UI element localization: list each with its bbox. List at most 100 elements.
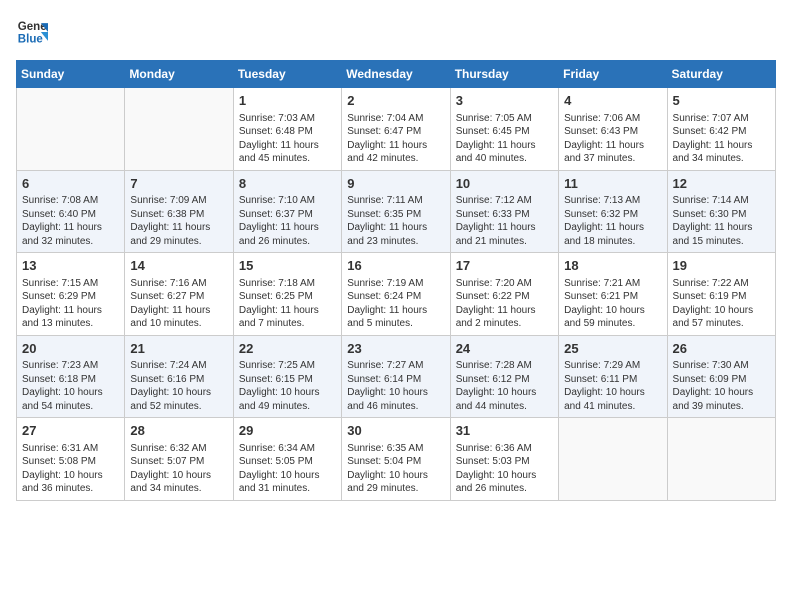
day-info: Sunrise: 7:27 AMSunset: 6:14 PMDaylight:… [347, 359, 444, 413]
calendar-day-cell: 15 Sunrise: 7:18 AMSunset: 6:25 PMDayligh… [233, 253, 341, 336]
calendar-day-cell [667, 418, 775, 501]
calendar-day-cell: 4 Sunrise: 7:06 AMSunset: 6:43 PMDaylight… [559, 88, 667, 171]
calendar-day-cell: 9Sunrise: 7:11 AMSunset: 6:35 PMDaylight… [342, 170, 450, 253]
calendar-week-row: 27Sunrise: 6:31 AMSunset: 5:08 PMDayligh… [17, 418, 776, 501]
day-number: 21 [130, 340, 227, 358]
calendar-day-cell: 5 Sunrise: 7:07 AMSunset: 6:42 PMDaylight… [667, 88, 775, 171]
day-number: 5 [673, 92, 770, 110]
day-number: 15 [239, 257, 336, 275]
calendar-day-cell: 12Sunrise: 7:14 AMSunset: 6:30 PMDayligh… [667, 170, 775, 253]
day-info: Sunrise: 7:10 AMSunset: 6:37 PMDaylight:… [239, 194, 336, 248]
calendar-day-cell [125, 88, 233, 171]
calendar-day-cell: 2 Sunrise: 7:04 AMSunset: 6:47 PMDaylight… [342, 88, 450, 171]
calendar-day-cell: 3 Sunrise: 7:05 AMSunset: 6:45 PMDaylight… [450, 88, 558, 171]
day-number: 16 [347, 257, 444, 275]
weekday-header: Wednesday [342, 61, 450, 88]
calendar-day-cell: 29 Sunrise: 6:34 AMSunset: 5:05 PMDayligh… [233, 418, 341, 501]
calendar-day-cell: 10Sunrise: 7:12 AMSunset: 6:33 PMDayligh… [450, 170, 558, 253]
calendar-day-cell: 8Sunrise: 7:10 AMSunset: 6:37 PMDaylight… [233, 170, 341, 253]
calendar-week-row: 6Sunrise: 7:08 AMSunset: 6:40 PMDaylight… [17, 170, 776, 253]
day-info: Sunrise: 7:23 AMSunset: 6:18 PMDaylight:… [22, 359, 119, 413]
day-info: Sunrise: 7:04 AMSunset: 6:47 PMDaylight:… [347, 112, 444, 166]
day-info: Sunrise: 7:08 AMSunset: 6:40 PMDaylight:… [22, 194, 119, 248]
day-number: 6 [22, 175, 119, 193]
calendar-day-cell: 25Sunrise: 7:29 AMSunset: 6:11 PMDayligh… [559, 335, 667, 418]
weekday-header: Tuesday [233, 61, 341, 88]
calendar-week-row: 1Sunrise: 7:03 AMSunset: 6:48 PMDaylight… [17, 88, 776, 171]
svg-text:Blue: Blue [18, 34, 44, 46]
calendar-day-cell: 18Sunrise: 7:21 AMSunset: 6:21 PMDayligh… [559, 253, 667, 336]
day-info: Sunrise: 7:22 AMSunset: 6:19 PMDaylight:… [673, 277, 770, 331]
day-number: 29 [239, 422, 336, 440]
day-number: 12 [673, 175, 770, 193]
calendar-day-cell: 7Sunrise: 7:09 AMSunset: 6:38 PMDaylight… [125, 170, 233, 253]
day-number: 9 [347, 175, 444, 193]
day-info: Sunrise: 7:21 AMSunset: 6:21 PMDaylight:… [564, 277, 661, 331]
weekday-header: Friday [559, 61, 667, 88]
calendar-day-cell: 1Sunrise: 7:03 AMSunset: 6:48 PMDaylight… [233, 88, 341, 171]
day-info: Sunrise: 7:18 AMSunset: 6:25 PMDaylight:… [239, 277, 336, 331]
calendar-day-cell: 19 Sunrise: 7:22 AMSunset: 6:19 PMDayligh… [667, 253, 775, 336]
weekday-header: Monday [125, 61, 233, 88]
calendar-day-cell: 13 Sunrise: 7:15 AMSunset: 6:29 PMDayligh… [17, 253, 125, 336]
day-info: Sunrise: 7:11 AMSunset: 6:35 PMDaylight:… [347, 194, 444, 248]
day-info: Sunrise: 7:07 AMSunset: 6:42 PMDaylight:… [673, 112, 770, 166]
day-info: Sunrise: 6:32 AMSunset: 5:07 PMDaylight:… [130, 442, 227, 496]
day-number: 17 [456, 257, 553, 275]
day-info: Sunrise: 7:29 AMSunset: 6:11 PMDaylight:… [564, 359, 661, 413]
weekday-header: Saturday [667, 61, 775, 88]
day-number: 22 [239, 340, 336, 358]
logo: General Blue [16, 16, 52, 48]
day-info: Sunrise: 7:15 AMSunset: 6:29 PMDaylight:… [22, 277, 119, 331]
calendar-day-cell: 14 Sunrise: 7:16 AMSunset: 6:27 PMDayligh… [125, 253, 233, 336]
day-info: Sunrise: 6:34 AMSunset: 5:05 PMDaylight:… [239, 442, 336, 496]
calendar-day-cell: 24Sunrise: 7:28 AMSunset: 6:12 PMDayligh… [450, 335, 558, 418]
day-info: Sunrise: 7:20 AMSunset: 6:22 PMDaylight:… [456, 277, 553, 331]
day-info: Sunrise: 7:12 AMSunset: 6:33 PMDaylight:… [456, 194, 553, 248]
day-info: Sunrise: 7:28 AMSunset: 6:12 PMDaylight:… [456, 359, 553, 413]
weekday-header: Thursday [450, 61, 558, 88]
day-number: 28 [130, 422, 227, 440]
day-info: Sunrise: 6:35 AMSunset: 5:04 PMDaylight:… [347, 442, 444, 496]
calendar-header-row: SundayMondayTuesdayWednesdayThursdayFrid… [17, 61, 776, 88]
day-number: 24 [456, 340, 553, 358]
day-info: Sunrise: 7:16 AMSunset: 6:27 PMDaylight:… [130, 277, 227, 331]
day-number: 11 [564, 175, 661, 193]
calendar-week-row: 20Sunrise: 7:23 AMSunset: 6:18 PMDayligh… [17, 335, 776, 418]
day-info: Sunrise: 7:06 AMSunset: 6:43 PMDaylight:… [564, 112, 661, 166]
day-number: 27 [22, 422, 119, 440]
calendar-day-cell: 28 Sunrise: 6:32 AMSunset: 5:07 PMDayligh… [125, 418, 233, 501]
day-info: Sunrise: 7:09 AMSunset: 6:38 PMDaylight:… [130, 194, 227, 248]
day-info: Sunrise: 7:30 AMSunset: 6:09 PMDaylight:… [673, 359, 770, 413]
day-number: 10 [456, 175, 553, 193]
calendar-day-cell: 23Sunrise: 7:27 AMSunset: 6:14 PMDayligh… [342, 335, 450, 418]
day-number: 31 [456, 422, 553, 440]
calendar-day-cell [17, 88, 125, 171]
page-header: General Blue [16, 16, 776, 48]
weekday-header: Sunday [17, 61, 125, 88]
day-number: 4 [564, 92, 661, 110]
calendar-day-cell: 31 Sunrise: 6:36 AMSunset: 5:03 PMDayligh… [450, 418, 558, 501]
day-info: Sunrise: 7:13 AMSunset: 6:32 PMDaylight:… [564, 194, 661, 248]
calendar-day-cell: 21Sunrise: 7:24 AMSunset: 6:16 PMDayligh… [125, 335, 233, 418]
day-number: 19 [673, 257, 770, 275]
day-number: 25 [564, 340, 661, 358]
calendar-day-cell: 16Sunrise: 7:19 AMSunset: 6:24 PMDayligh… [342, 253, 450, 336]
day-number: 3 [456, 92, 553, 110]
calendar-day-cell: 30Sunrise: 6:35 AMSunset: 5:04 PMDayligh… [342, 418, 450, 501]
day-number: 13 [22, 257, 119, 275]
logo-icon: General Blue [16, 16, 48, 48]
day-number: 2 [347, 92, 444, 110]
svg-text:General: General [18, 21, 48, 33]
day-number: 14 [130, 257, 227, 275]
calendar-day-cell: 11Sunrise: 7:13 AMSunset: 6:32 PMDayligh… [559, 170, 667, 253]
day-number: 20 [22, 340, 119, 358]
calendar-day-cell: 6Sunrise: 7:08 AMSunset: 6:40 PMDaylight… [17, 170, 125, 253]
day-info: Sunrise: 7:05 AMSunset: 6:45 PMDaylight:… [456, 112, 553, 166]
calendar-day-cell: 17 Sunrise: 7:20 AMSunset: 6:22 PMDayligh… [450, 253, 558, 336]
day-info: Sunrise: 7:14 AMSunset: 6:30 PMDaylight:… [673, 194, 770, 248]
calendar-day-cell: 20Sunrise: 7:23 AMSunset: 6:18 PMDayligh… [17, 335, 125, 418]
day-number: 1 [239, 92, 336, 110]
day-info: Sunrise: 6:36 AMSunset: 5:03 PMDaylight:… [456, 442, 553, 496]
day-number: 26 [673, 340, 770, 358]
